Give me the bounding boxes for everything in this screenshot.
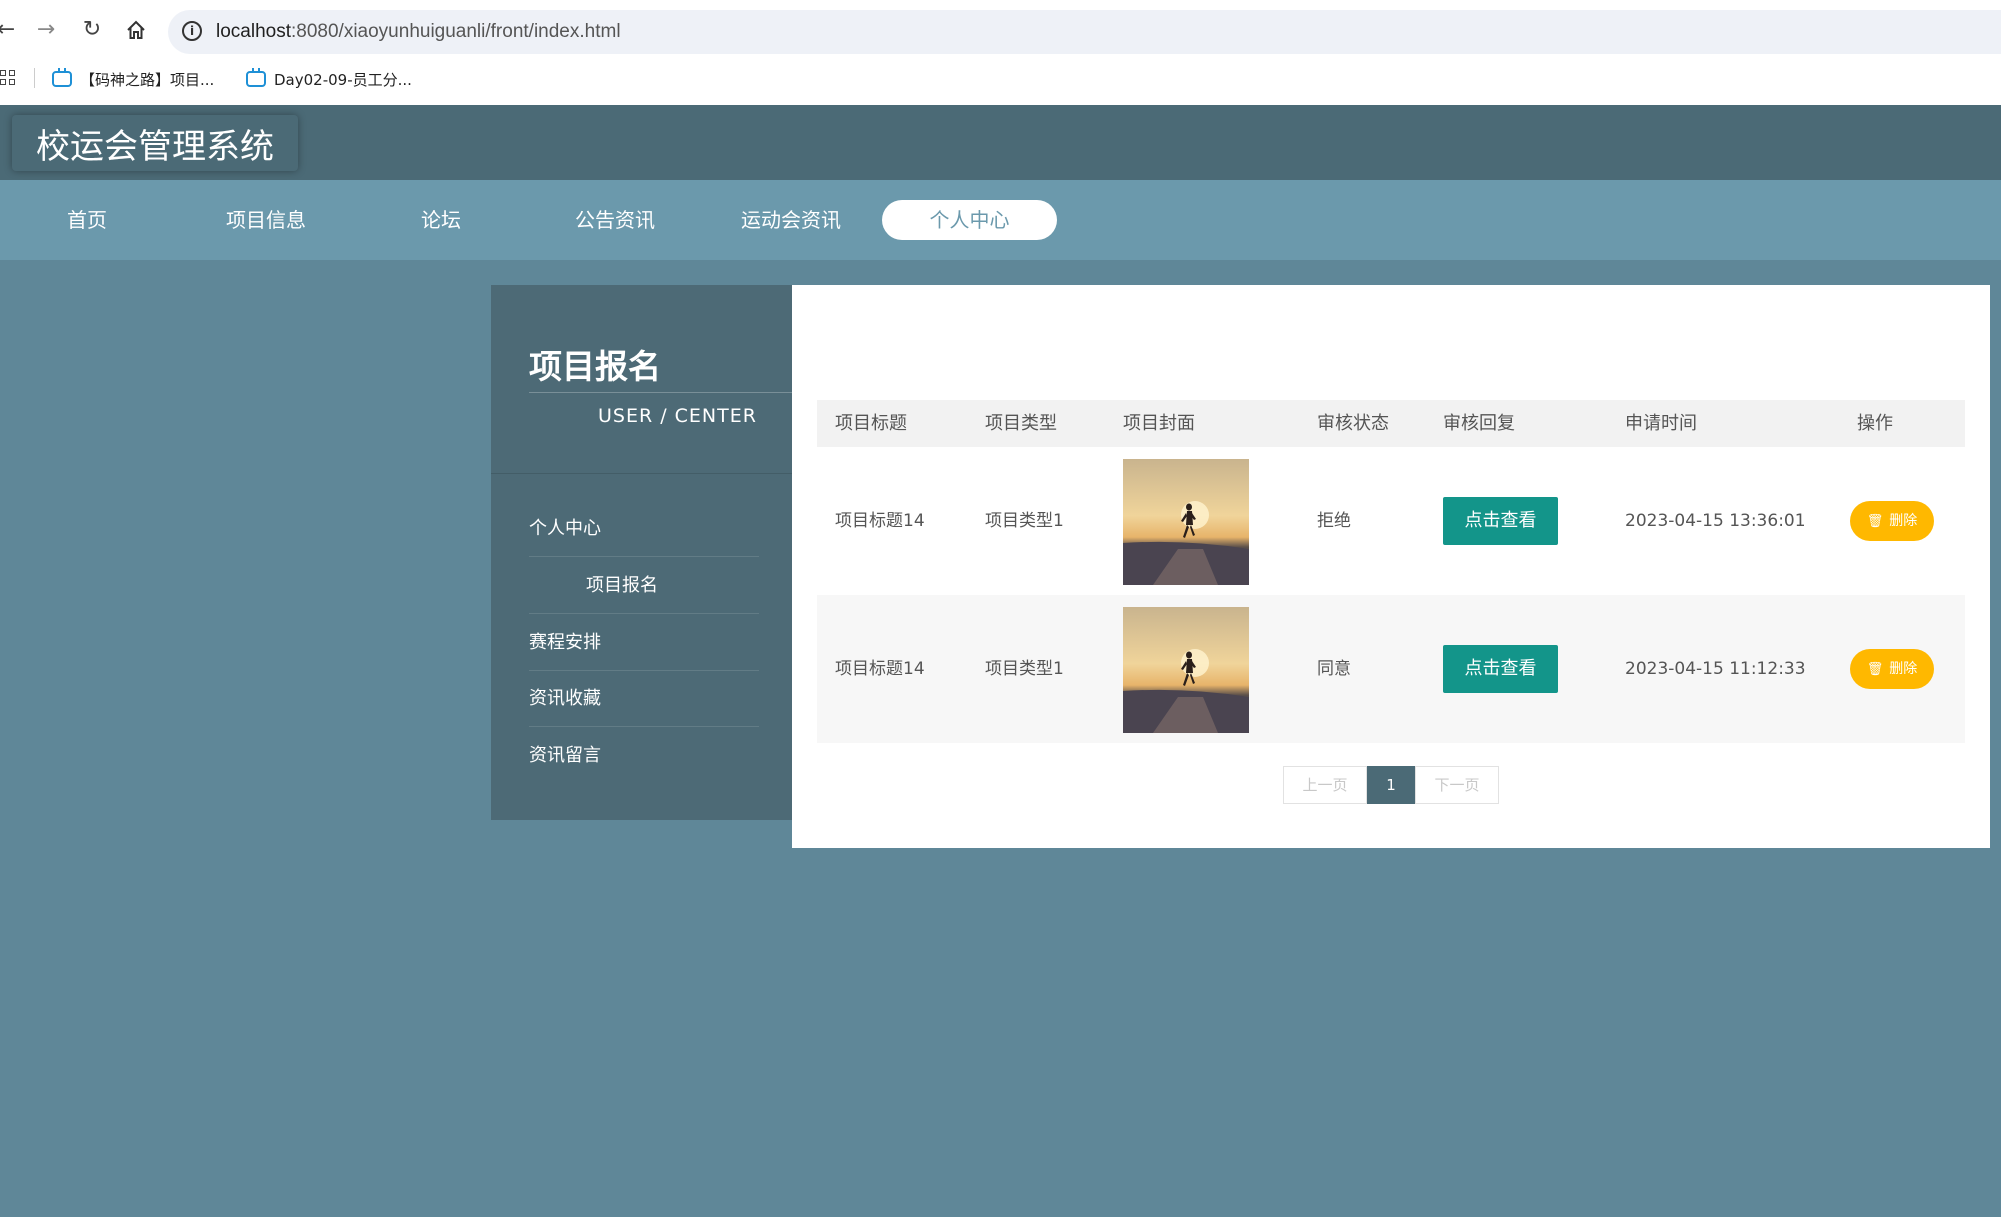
browser-toolbar: ← → ↻ i localhost:8080/xiaoyunhuiguanli/… <box>0 0 2001 54</box>
back-icon[interactable]: ← <box>0 18 18 42</box>
sidebar-item-schedule[interactable]: 赛程安排 <box>529 614 759 671</box>
main-nav: 首页 项目信息 论坛 公告资讯 运动会资讯 个人中心 <box>0 180 2001 260</box>
sidebar-item-personal-center[interactable]: 个人中心 <box>529 500 759 557</box>
bookmark-label: 【码神之路】项目... <box>80 70 215 89</box>
nav-item-forum[interactable]: 论坛 <box>401 200 481 240</box>
bookmarks-bar: 【码神之路】项目... Day02-09-员工分... <box>0 54 2001 105</box>
table-row: 项目标题14 项目类型1 <box>817 595 1965 743</box>
column-header: 操作 <box>1857 413 1893 434</box>
cover-image[interactable] <box>1123 607 1249 733</box>
bookmark-label: Day02-09-员工分... <box>274 70 412 89</box>
cell-type: 项目类型1 <box>985 511 1064 531</box>
site-title: 校运会管理系统 <box>36 126 274 167</box>
nav-item-announcements[interactable]: 公告资讯 <box>555 200 675 240</box>
main-panel: 项目标题 项目类型 项目封面 审核状态 审核回复 申请时间 操作 项目标题14 … <box>792 285 1990 848</box>
cell-status: 拒绝 <box>1317 511 1351 531</box>
cell-type: 项目类型1 <box>985 659 1064 679</box>
pagination: 上一页 1 下一页 <box>1283 766 1499 804</box>
bookmark-separator <box>34 68 35 88</box>
delete-button[interactable]: 🗑 删除 <box>1850 649 1934 689</box>
cell-title: 项目标题14 <box>835 511 925 531</box>
next-page-button[interactable]: 下一页 <box>1415 766 1499 804</box>
nav-item-project-info[interactable]: 项目信息 <box>206 200 326 240</box>
sidebar-divider <box>491 473 792 474</box>
column-header: 项目标题 <box>835 413 907 434</box>
sidebar-item-favorites[interactable]: 资讯收藏 <box>529 670 759 727</box>
sidebar-item-messages[interactable]: 资讯留言 <box>529 727 759 784</box>
delete-label: 删除 <box>1889 513 1918 529</box>
delete-button[interactable]: 🗑 删除 <box>1850 501 1934 541</box>
column-header: 项目类型 <box>985 413 1057 434</box>
column-header: 审核回复 <box>1443 413 1515 434</box>
page-number[interactable]: 1 <box>1367 766 1415 804</box>
cover-image[interactable] <box>1123 459 1249 585</box>
nav-item-home[interactable]: 首页 <box>47 200 127 240</box>
delete-label: 删除 <box>1889 661 1918 677</box>
trash-icon: 🗑 <box>1866 514 1884 529</box>
nav-item-personal-center[interactable]: 个人中心 <box>882 200 1057 240</box>
cell-status: 同意 <box>1317 659 1351 679</box>
bilibili-icon <box>246 68 266 87</box>
sidebar-divider <box>529 392 792 393</box>
prev-page-button[interactable]: 上一页 <box>1283 766 1367 804</box>
forward-icon[interactable]: → <box>34 18 58 42</box>
view-reply-button[interactable]: 点击查看 <box>1443 497 1558 545</box>
address-bar[interactable]: i localhost:8080/xiaoyunhuiguanli/front/… <box>168 10 2001 54</box>
column-header: 项目封面 <box>1123 413 1195 434</box>
cell-time: 2023-04-15 13:36:01 <box>1625 511 1806 531</box>
trash-icon: 🗑 <box>1866 662 1884 677</box>
table-header: 项目标题 项目类型 项目封面 审核状态 审核回复 申请时间 操作 <box>817 400 1965 447</box>
table-row: 项目标题14 项目类型1 <box>817 447 1965 595</box>
url-text[interactable]: localhost:8080/xiaoyunhuiguanli/front/in… <box>216 21 621 43</box>
nav-item-sports-news[interactable]: 运动会资讯 <box>726 200 856 240</box>
site-header: 校运会管理系统 <box>0 105 2001 180</box>
column-header: 审核状态 <box>1317 413 1389 434</box>
sidebar-subtitle: USER / CENTER <box>598 405 757 427</box>
site-info-icon[interactable]: i <box>182 21 202 41</box>
apps-icon[interactable] <box>0 70 16 86</box>
sidebar-item-project-signup[interactable]: 项目报名 <box>529 557 759 614</box>
reload-icon[interactable]: ↻ <box>80 18 104 42</box>
home-icon[interactable] <box>126 20 146 40</box>
view-reply-button[interactable]: 点击查看 <box>1443 645 1558 693</box>
column-header: 申请时间 <box>1625 413 1697 434</box>
logo[interactable]: 校运会管理系统 <box>12 115 298 171</box>
cell-title: 项目标题14 <box>835 659 925 679</box>
cell-time: 2023-04-15 11:12:33 <box>1625 659 1806 679</box>
bilibili-icon <box>52 68 72 87</box>
bookmark-item[interactable]: Day02-09-员工分... <box>246 66 412 92</box>
sidebar-title: 项目报名 <box>529 347 661 386</box>
bookmark-item[interactable]: 【码神之路】项目... <box>52 66 214 92</box>
sidebar: 项目报名 USER / CENTER 个人中心 项目报名 赛程安排 资讯收藏 资… <box>491 285 792 820</box>
